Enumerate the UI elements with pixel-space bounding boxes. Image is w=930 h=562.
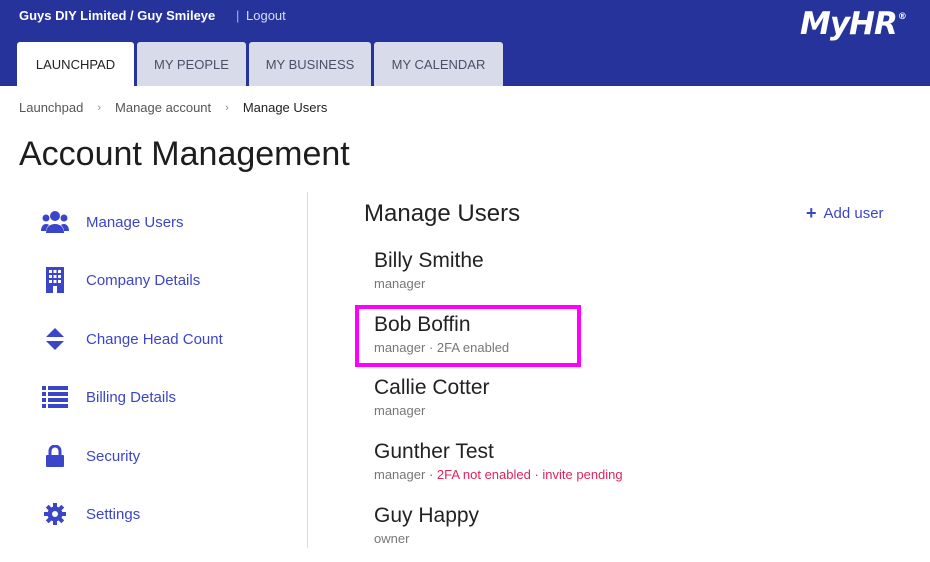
sidebar-item-company-details[interactable]: Company Details <box>40 260 290 300</box>
user-role: manager <box>374 467 426 482</box>
user-name: Billy Smithe <box>374 249 484 272</box>
list-icon <box>40 382 70 412</box>
logout-link[interactable]: Logout <box>246 8 286 23</box>
sidebar-item-label: Company Details <box>86 271 201 289</box>
tab-my-calendar[interactable]: MY CALENDAR <box>374 42 503 86</box>
user-list-item[interactable]: Billy Smithe manager <box>374 249 484 291</box>
user-name: Gunther Test <box>374 440 494 463</box>
user-role: manager <box>374 403 426 418</box>
users-icon <box>40 207 70 237</box>
user-meta: manager · 2FA not enabled · invite pendi… <box>374 467 623 482</box>
logo-text: MyHR <box>800 6 898 42</box>
user-list-item[interactable]: Callie Cotter manager <box>374 376 490 418</box>
lock-icon <box>40 441 70 471</box>
user-2fa-status: · 2FA enabled <box>428 340 510 355</box>
plus-icon: + <box>806 203 817 223</box>
sidebar-item-billing-details[interactable]: Billing Details <box>40 377 290 417</box>
myhr-logo[interactable]: MyHR® <box>800 6 907 46</box>
user-role: manager <box>374 276 426 291</box>
add-user-label: Add user <box>823 205 884 222</box>
gear-icon <box>40 499 70 529</box>
breadcrumb-chevron-icon: › <box>97 101 102 114</box>
user-meta: manager · 2FA enabled <box>374 340 509 355</box>
breadcrumb-launchpad[interactable]: Launchpad <box>19 100 83 115</box>
main-tabs: LAUNCHPAD MY PEOPLE MY BUSINESS MY CALEN… <box>17 42 506 86</box>
sidebar-item-label: Settings <box>86 505 141 523</box>
user-warning-status: · 2FA not enabled · invite pending <box>428 467 623 482</box>
user-name: Guy Happy <box>374 504 480 527</box>
user-meta: manager <box>374 276 484 291</box>
sidebar-item-security[interactable]: Security <box>40 436 290 476</box>
add-user-button[interactable]: + Add user <box>806 203 884 223</box>
sidebar-item-label: Manage Users <box>86 213 184 231</box>
company-account-name: Guys DIY Limited / Guy Smileye <box>19 8 216 23</box>
sidebar-item-manage-users[interactable]: Manage Users <box>40 202 290 242</box>
section-title: Manage Users <box>364 200 521 227</box>
user-meta: manager <box>374 403 490 418</box>
breadcrumb-chevron-icon: › <box>225 101 229 114</box>
breadcrumb-manage-account[interactable]: Manage account <box>115 100 211 115</box>
top-header: Guys DIY Limited / Guy Smileye | Logout … <box>0 0 930 86</box>
header-separator: | <box>236 8 240 23</box>
user-role: owner <box>374 531 410 546</box>
user-name: Callie Cotter <box>374 376 490 399</box>
sidebar-item-settings[interactable]: Settings <box>40 494 290 534</box>
breadcrumb-manage-users: Manage Users <box>242 100 328 115</box>
sidebar-item-label: Change Head Count <box>86 330 223 348</box>
sidebar-item-label: Security <box>86 447 141 465</box>
account-sidebar: Manage Users Company Details Change Head… <box>0 192 308 548</box>
tab-launchpad[interactable]: LAUNCHPAD <box>17 42 134 86</box>
registered-mark: ® <box>897 11 907 22</box>
building-icon <box>40 265 70 295</box>
user-list-item[interactable]: Guy Happy owner <box>374 504 479 546</box>
sort-icon <box>40 324 70 354</box>
page-title: Account Management <box>19 135 350 173</box>
user-list-item[interactable]: Bob Boffin manager · 2FA enabled <box>374 313 509 355</box>
tab-my-people[interactable]: MY PEOPLE <box>137 42 246 86</box>
user-name: Bob Boffin <box>374 313 471 336</box>
tab-my-business[interactable]: MY BUSINESS <box>249 42 371 86</box>
user-role: manager <box>374 340 426 355</box>
sidebar-item-change-head-count[interactable]: Change Head Count <box>40 319 290 359</box>
user-list-item[interactable]: Gunther Test manager · 2FA not enabled ·… <box>374 440 623 482</box>
breadcrumb: Launchpad › Manage account › Manage User… <box>19 100 327 115</box>
sidebar-item-label: Billing Details <box>86 388 177 406</box>
user-meta: owner <box>374 531 479 546</box>
